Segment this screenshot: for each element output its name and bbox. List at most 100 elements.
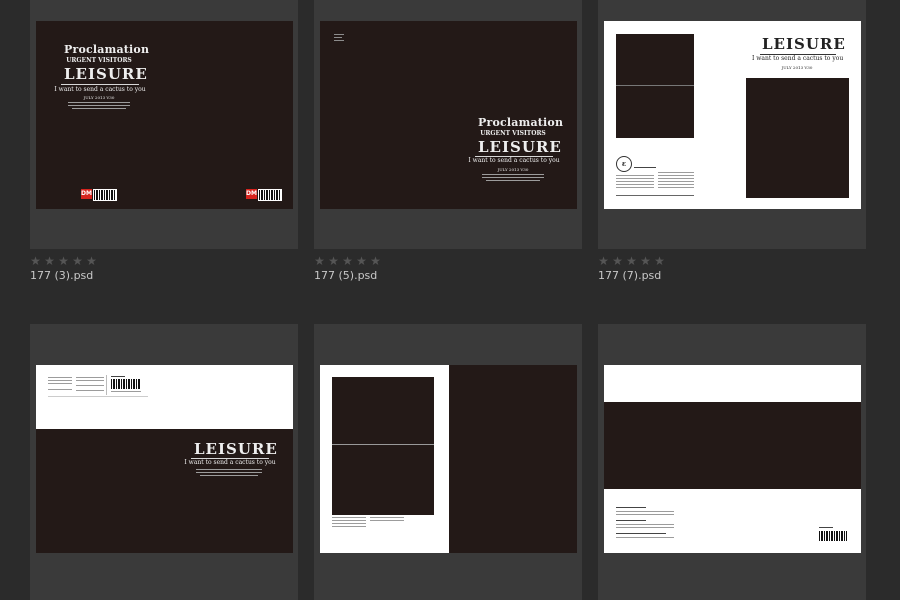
page-body-text bbox=[616, 187, 654, 188]
thumbnail-preview-5 bbox=[320, 365, 577, 553]
page-tagline-text: I want to send a cactus to you bbox=[752, 55, 844, 62]
thumbnail-tile-5[interactable] bbox=[314, 324, 582, 600]
page-body-text bbox=[48, 389, 72, 390]
cover-fine-print bbox=[482, 174, 544, 175]
page-dark-band bbox=[604, 402, 861, 489]
page-body-text bbox=[76, 377, 104, 378]
star-icon[interactable]: ★ bbox=[314, 255, 325, 267]
cover-urgent-text: URGENT VISITORS bbox=[66, 57, 132, 64]
thumbnail-preview-2: Proclamation URGENT VISITORS LEISURE I w… bbox=[320, 21, 577, 209]
barcode bbox=[111, 379, 141, 389]
page-body-text bbox=[658, 172, 694, 173]
page-body-text bbox=[48, 380, 72, 381]
star-icon[interactable]: ★ bbox=[356, 255, 367, 267]
page-body-text bbox=[616, 181, 654, 182]
cover-fine-print bbox=[68, 105, 130, 106]
thumbnail-tile-3[interactable]: LEISURE I want to send a cactus to you J… bbox=[598, 0, 866, 249]
page-heading bbox=[819, 527, 833, 528]
rating-stars-3[interactable]: ★ ★ ★ ★ ★ bbox=[598, 255, 665, 267]
page-body-text bbox=[616, 524, 674, 525]
page-heading bbox=[111, 376, 125, 377]
photo-divider bbox=[332, 444, 434, 445]
thumbnail-preview-3: LEISURE I want to send a cactus to you J… bbox=[604, 21, 861, 209]
star-icon[interactable]: ★ bbox=[58, 255, 69, 267]
page-heading bbox=[616, 520, 646, 521]
cover-leisure-title: LEISURE bbox=[478, 138, 562, 156]
page-body-text bbox=[658, 187, 694, 188]
cover-fine-print bbox=[486, 180, 540, 181]
page-dark-panel bbox=[449, 365, 577, 553]
cover-fine-print bbox=[196, 472, 262, 473]
star-icon[interactable]: ★ bbox=[626, 255, 637, 267]
thumbnail-tile-4[interactable]: LEISURE I want to send a cactus to you bbox=[30, 324, 298, 600]
cover-date-text: JULY 2013 V30 bbox=[497, 167, 529, 172]
page-body-text bbox=[76, 390, 104, 391]
page-divider bbox=[106, 375, 107, 395]
page-body-text bbox=[658, 184, 694, 185]
star-icon[interactable]: ★ bbox=[30, 255, 41, 267]
page-body-text bbox=[76, 385, 104, 386]
cover-rule bbox=[61, 84, 139, 85]
page-body-text bbox=[658, 178, 694, 179]
star-icon[interactable]: ★ bbox=[654, 255, 665, 267]
photo-placeholder bbox=[332, 377, 434, 515]
star-icon[interactable]: ★ bbox=[370, 255, 381, 267]
thumbnail-preview-4: LEISURE I want to send a cactus to you bbox=[36, 365, 293, 553]
star-icon[interactable]: ★ bbox=[612, 255, 623, 267]
cover-proclamation-text: Proclamation bbox=[64, 43, 150, 56]
photo-divider bbox=[616, 85, 694, 86]
page-body-text bbox=[332, 520, 366, 521]
cover-fine-print bbox=[334, 40, 344, 41]
cover-tagline-text: I want to send a cactus to you bbox=[184, 459, 276, 466]
thumbnail-grid: Proclamation URGENT VISITORS LEISURE I w… bbox=[0, 0, 900, 600]
page-body-text bbox=[332, 526, 366, 527]
cover-fine-print bbox=[482, 177, 544, 178]
page-body-text bbox=[616, 511, 674, 512]
page-body-text bbox=[370, 517, 404, 518]
ear-icon: ε bbox=[616, 156, 632, 172]
page-date-text: JULY 2013 V30 bbox=[781, 65, 813, 70]
star-icon[interactable]: ★ bbox=[328, 255, 339, 267]
file-name[interactable]: 177 (7).psd bbox=[598, 269, 661, 282]
cover-proclamation-text: Proclamation bbox=[478, 116, 564, 129]
file-name[interactable]: 177 (5).psd bbox=[314, 269, 377, 282]
star-icon[interactable]: ★ bbox=[86, 255, 97, 267]
page-body-text bbox=[658, 181, 694, 182]
cover-date-text: JULY 2013 V30 bbox=[83, 95, 115, 100]
page-rule bbox=[48, 396, 148, 397]
page-body-text bbox=[616, 178, 654, 179]
star-icon[interactable]: ★ bbox=[44, 255, 55, 267]
cover-tagline-text: I want to send a cactus to you bbox=[468, 157, 560, 164]
page-body-text bbox=[332, 517, 366, 518]
rating-stars-1[interactable]: ★ ★ ★ ★ ★ bbox=[30, 255, 97, 267]
page-body-text bbox=[658, 175, 694, 176]
file-name[interactable]: 177 (3).psd bbox=[30, 269, 93, 282]
page-body-text bbox=[616, 514, 674, 515]
star-icon[interactable]: ★ bbox=[342, 255, 353, 267]
thumbnail-preview-1: Proclamation URGENT VISITORS LEISURE I w… bbox=[36, 21, 293, 209]
page-body-text bbox=[370, 520, 404, 521]
page-body-text bbox=[48, 383, 72, 384]
page-heading bbox=[634, 167, 656, 168]
page-body-text bbox=[616, 175, 654, 176]
page-body-text bbox=[111, 391, 141, 392]
page-heading bbox=[616, 533, 666, 534]
thumbnail-tile-1[interactable]: Proclamation URGENT VISITORS LEISURE I w… bbox=[30, 0, 298, 249]
page-body-text bbox=[48, 377, 72, 378]
cover-fine-print bbox=[196, 469, 262, 470]
cover-tagline-text: I want to send a cactus to you bbox=[54, 86, 146, 93]
thumbnail-tile-2[interactable]: Proclamation URGENT VISITORS LEISURE I w… bbox=[314, 0, 582, 249]
rating-stars-2[interactable]: ★ ★ ★ ★ ★ bbox=[314, 255, 381, 267]
page-body-text bbox=[616, 527, 674, 528]
cover-leisure-title: LEISURE bbox=[64, 65, 148, 83]
star-icon[interactable]: ★ bbox=[640, 255, 651, 267]
star-icon[interactable]: ★ bbox=[72, 255, 83, 267]
photo-placeholder bbox=[746, 78, 849, 198]
star-icon[interactable]: ★ bbox=[598, 255, 609, 267]
thumbnail-preview-6 bbox=[604, 365, 861, 553]
thumbnail-tile-6[interactable] bbox=[598, 324, 866, 600]
cover-fine-print bbox=[68, 102, 130, 103]
page-body-text bbox=[616, 184, 654, 185]
cover-urgent-text: URGENT VISITORS bbox=[480, 130, 546, 137]
cover-fine-print bbox=[334, 34, 344, 35]
